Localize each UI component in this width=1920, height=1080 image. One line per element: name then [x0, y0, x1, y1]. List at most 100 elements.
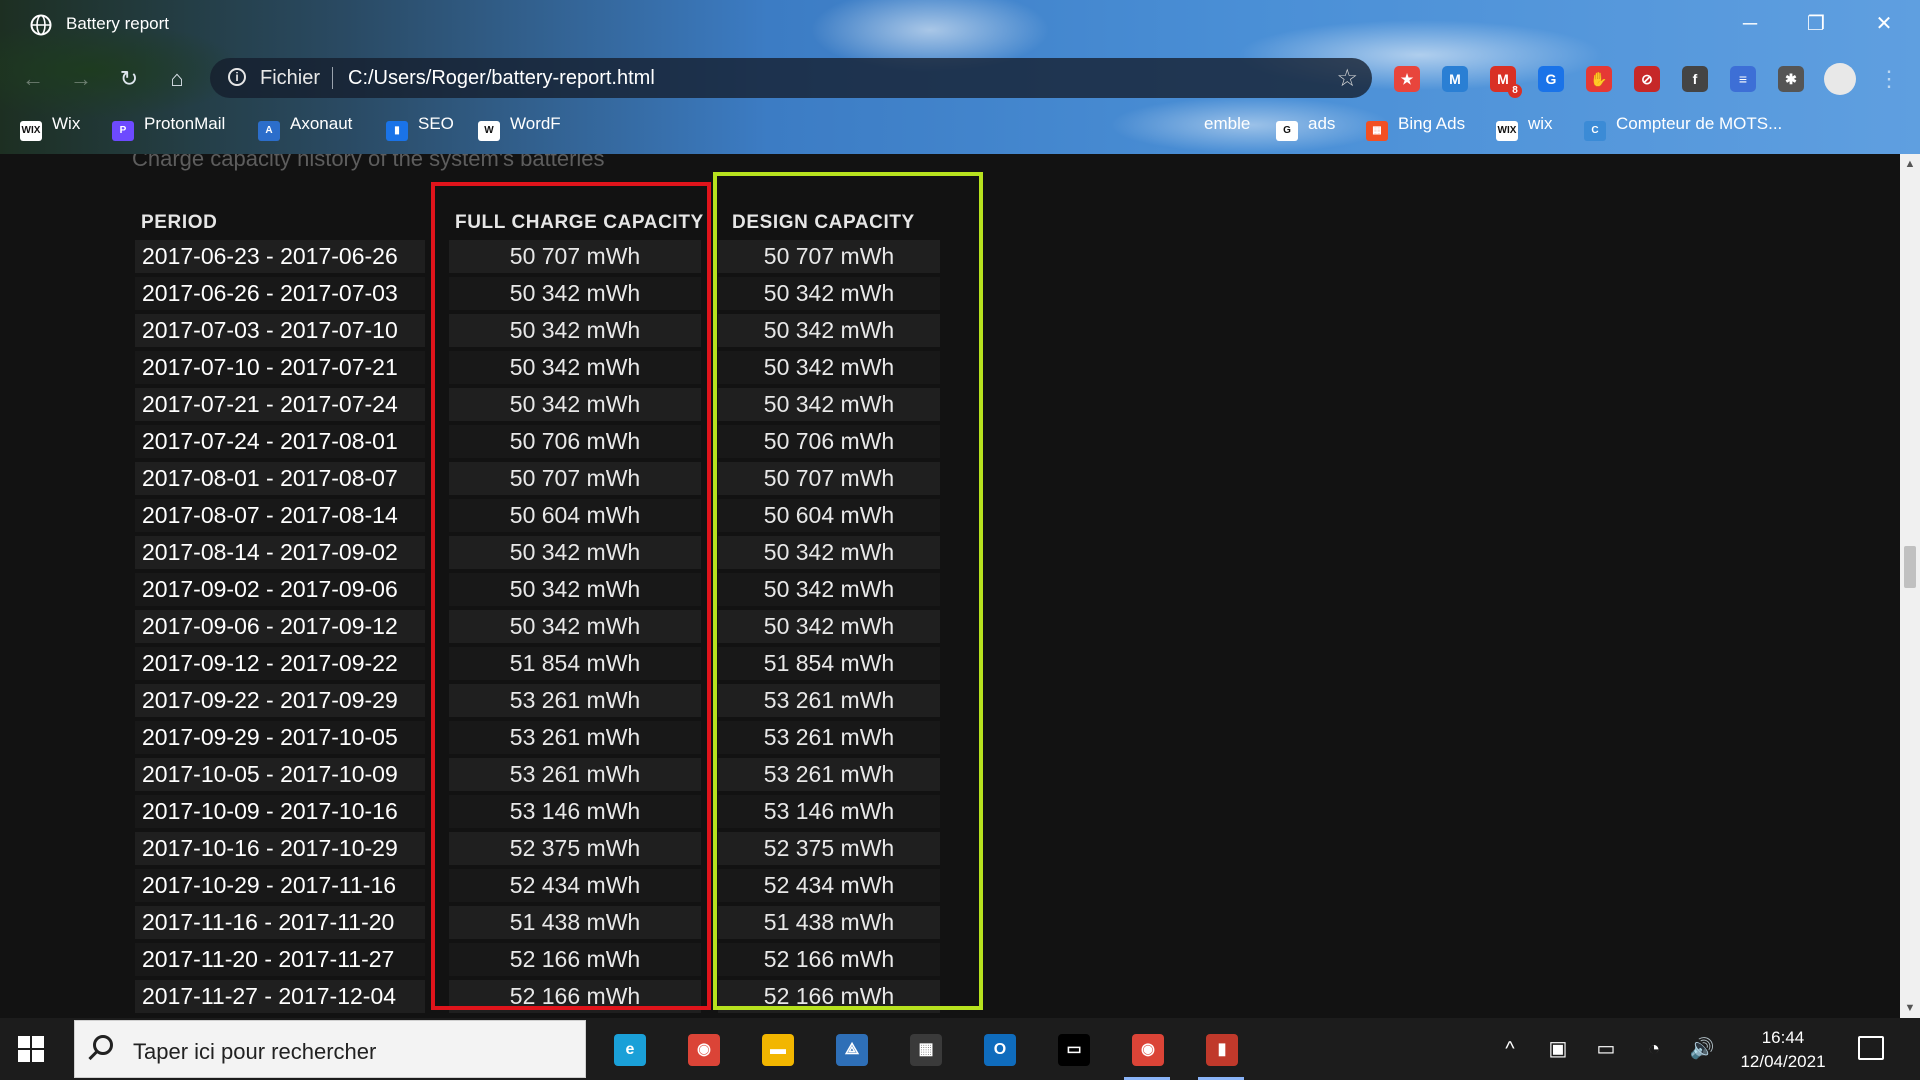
vertical-scrollbar[interactable]: ▲ ▼: [1900, 154, 1920, 1018]
period-cell: 2017-07-03 - 2017-07-10: [135, 314, 425, 347]
scroll-up-arrow-icon[interactable]: ▲: [1904, 158, 1916, 170]
scrollbar-thumb[interactable]: [1904, 546, 1916, 588]
table-row: 2017-08-14 - 2017-09-02 50 342 mWh 50 342 …: [0, 534, 1000, 571]
visual-studio-icon: ⟁: [836, 1034, 868, 1066]
profile-avatar[interactable]: [1824, 63, 1856, 95]
bookmark-compteur-de-mots[interactable]: C Compteur de MOTS...: [1584, 114, 1782, 141]
minimize-button[interactable]: ─: [1730, 6, 1770, 42]
table-row: 2017-10-29 - 2017-11-16 52 434 mWh 52 434 …: [0, 867, 1000, 904]
cursor-extension-icon[interactable]: ✋: [1586, 66, 1612, 92]
bookmark-protonmail[interactable]: P ProtonMail: [112, 114, 226, 141]
grammar-extension-icon[interactable]: G: [1538, 66, 1564, 92]
title-bar: Battery report ─ ❐ ✕: [0, 0, 1920, 50]
bookmark-star-extension-icon[interactable]: ★: [1394, 66, 1420, 92]
battery-icon[interactable]: ▭: [1593, 1036, 1619, 1062]
forward-button[interactable]: →: [66, 64, 96, 94]
search-icon: [93, 1035, 113, 1055]
full-charge-cell: 53 261 mWh: [449, 758, 701, 791]
navigation-bar: ← → ↻ ⌂ i Fichier C:/Users/Roger/battery…: [0, 56, 1920, 102]
table-row: 2017-09-12 - 2017-09-22 51 854 mWh 51 854 …: [0, 645, 1000, 682]
back-button[interactable]: ←: [18, 64, 48, 94]
info-icon[interactable]: i: [228, 68, 246, 86]
bookmark-label: ProtonMail: [144, 114, 226, 133]
wifi-icon[interactable]: ◔: [1641, 1036, 1667, 1062]
taskbar-app-outlook[interactable]: O: [970, 1026, 1028, 1072]
taskbar-app-visual-studio[interactable]: ⟁: [822, 1026, 880, 1072]
address-bar[interactable]: i Fichier C:/Users/Roger/battery-report.…: [210, 58, 1372, 98]
bookmark-axonaut[interactable]: A Axonaut: [258, 114, 352, 141]
taskbar-app-app-red[interactable]: ▮: [1192, 1026, 1250, 1080]
taskbar-app-terminal[interactable]: ▭: [1044, 1026, 1102, 1072]
table-row: 2017-11-20 - 2017-11-27 52 166 mWh 52 166 …: [0, 941, 1000, 978]
design-capacity-cell: 50 706 mWh: [718, 425, 940, 458]
bookmark-emble[interactable]: emble: [1204, 114, 1250, 138]
extension-badge: 8: [1508, 84, 1522, 98]
design-capacity-cell: 53 261 mWh: [718, 721, 940, 754]
formula-extension-icon[interactable]: f: [1682, 66, 1708, 92]
taskbar-search-box[interactable]: Taper ici pour rechercher: [74, 1020, 586, 1078]
mailtrack-extension-icon[interactable]: M: [1442, 66, 1468, 92]
close-button[interactable]: ✕: [1864, 6, 1904, 42]
full-charge-cell: 50 342 mWh: [449, 573, 701, 606]
home-button[interactable]: ⌂: [162, 64, 192, 94]
bookmark-label: Wix: [52, 114, 81, 133]
design-capacity-cell: 50 342 mWh: [718, 277, 940, 310]
table-row: 2017-11-27 - 2017-12-04 52 166 mWh 52 166 …: [0, 978, 1000, 1015]
taskbar-app-file-explorer[interactable]: ▬: [748, 1026, 806, 1072]
full-charge-cell: 50 707 mWh: [449, 240, 701, 273]
gmail-checker-extension-icon[interactable]: M8: [1490, 66, 1522, 98]
clock[interactable]: 16:44 12/04/2021: [1728, 1026, 1838, 1074]
volume-icon[interactable]: 🔊: [1689, 1036, 1715, 1062]
windows-logo-pane: [32, 1050, 44, 1062]
design-capacity-cell: 50 707 mWh: [718, 462, 940, 495]
table-row: 2017-06-23 - 2017-06-26 50 707 mWh 50 707 …: [0, 238, 1000, 275]
taskbar-app-edge[interactable]: e: [600, 1026, 658, 1072]
browser-chrome: Battery report ─ ❐ ✕ ← → ↻ ⌂ i Fichier C…: [0, 0, 1920, 154]
capacity-history-table: 2017-06-23 - 2017-06-26 50 707 mWh 50 707 …: [0, 238, 1000, 1015]
design-capacity-cell: 50 707 mWh: [718, 240, 940, 273]
period-cell: 2017-08-01 - 2017-08-07: [135, 462, 425, 495]
period-cell: 2017-09-06 - 2017-09-12: [135, 610, 425, 643]
bookmark-ads[interactable]: Gads: [1276, 114, 1335, 141]
meet-now-icon[interactable]: ▣: [1545, 1036, 1571, 1062]
table-row: 2017-07-24 - 2017-08-01 50 706 mWh 50 706 …: [0, 423, 1000, 460]
period-cell: 2017-06-23 - 2017-06-26: [135, 240, 425, 273]
tab-title[interactable]: Battery report: [66, 14, 169, 34]
bookmark-wix[interactable]: WIX Wix: [20, 114, 81, 141]
full-charge-cell: 50 706 mWh: [449, 425, 701, 458]
period-cell: 2017-10-05 - 2017-10-09: [135, 758, 425, 791]
design-capacity-cell: 53 146 mWh: [718, 795, 940, 828]
compteur-icon: C: [1584, 121, 1606, 141]
bookmark-seo[interactable]: ▮ SEO: [386, 114, 454, 141]
period-cell: 2017-10-29 - 2017-11-16: [135, 869, 425, 902]
full-charge-cell: 53 261 mWh: [449, 721, 701, 754]
extensions-extension-icon[interactable]: ✱: [1778, 66, 1804, 92]
design-capacity-cell: 50 342 mWh: [718, 388, 940, 421]
bookmark-label: WordF: [510, 114, 561, 133]
notifications-icon[interactable]: [1858, 1036, 1884, 1060]
protonmail-icon: P: [112, 121, 134, 141]
full-charge-cell: 51 854 mWh: [449, 647, 701, 680]
bookmark-star-icon[interactable]: ☆: [1336, 64, 1358, 93]
restore-button[interactable]: ❐: [1796, 6, 1836, 42]
table-row: 2017-07-10 - 2017-07-21 50 342 mWh 50 342 …: [0, 349, 1000, 386]
bookmark-wordf[interactable]: W WordF: [478, 114, 561, 141]
bookmark-wix[interactable]: WIX wix: [1496, 114, 1553, 141]
blocker-extension-icon[interactable]: ⊘: [1634, 66, 1660, 92]
taskbar-app-calculator[interactable]: ▦: [896, 1026, 954, 1072]
scroll-down-arrow-icon[interactable]: ▼: [1904, 1002, 1916, 1014]
browser-menu-button[interactable]: ⋮: [1874, 64, 1904, 94]
reload-button[interactable]: ↻: [114, 64, 144, 94]
taskbar-app-chrome[interactable]: ◉: [674, 1026, 732, 1072]
period-cell: 2017-10-16 - 2017-10-29: [135, 832, 425, 865]
taskbar-app-chrome-active[interactable]: ◉: [1118, 1026, 1176, 1080]
translate-extension-icon[interactable]: ≡: [1730, 66, 1756, 92]
table-row: 2017-11-16 - 2017-11-20 51 438 mWh 51 438 …: [0, 904, 1000, 941]
design-capacity-cell: 50 342 mWh: [718, 351, 940, 384]
period-cell: 2017-09-29 - 2017-10-05: [135, 721, 425, 754]
start-button[interactable]: [18, 1036, 44, 1062]
url-text[interactable]: C:/Users/Roger/battery-report.html: [348, 67, 655, 90]
tray-chevron-icon[interactable]: ^: [1497, 1036, 1523, 1062]
period-cell: 2017-06-26 - 2017-07-03: [135, 277, 425, 310]
bookmark-bing-ads[interactable]: ▦ Bing Ads: [1366, 114, 1465, 141]
